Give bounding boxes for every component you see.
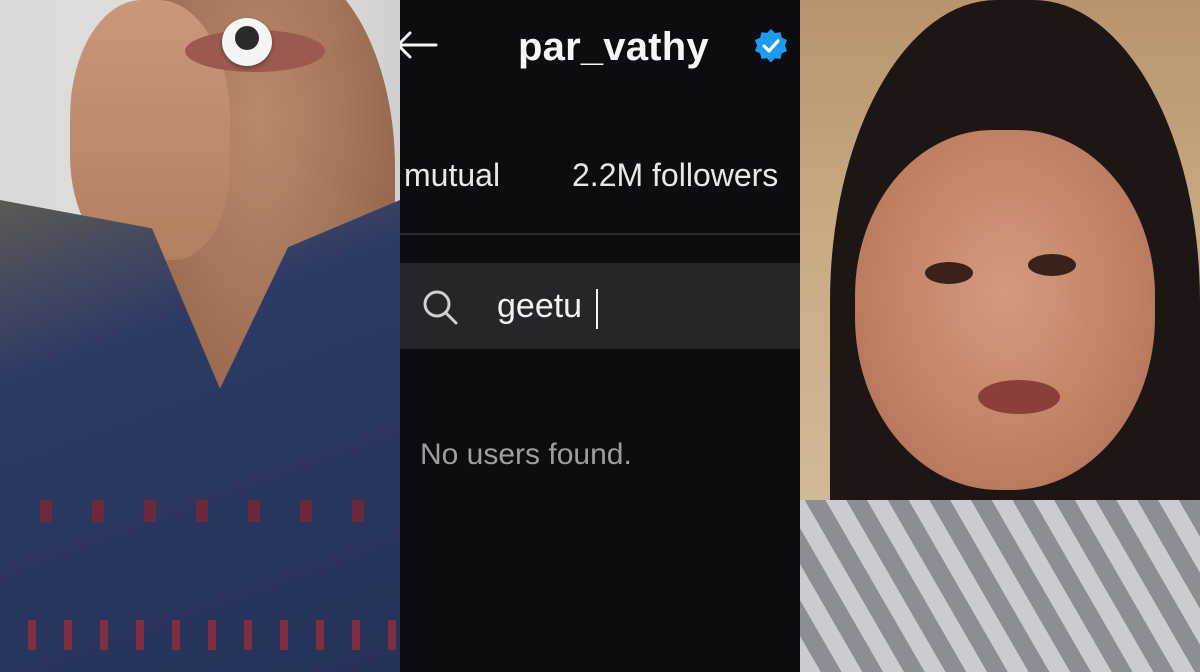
text-caret — [596, 289, 598, 329]
followers-search-screen: par_vathy mutual 2.2M followers geetu No… — [400, 0, 800, 672]
face — [855, 130, 1155, 490]
left-eye — [925, 262, 973, 284]
back-arrow-icon[interactable] — [400, 30, 438, 60]
search-icon — [423, 290, 458, 325]
tab-followers[interactable]: 2.2M followers — [572, 157, 778, 194]
search-input[interactable]: geetu — [497, 285, 777, 327]
googly-eye-pupil — [235, 26, 259, 50]
tab-mutual[interactable]: mutual — [404, 157, 500, 194]
right-photo — [800, 0, 1200, 672]
lips — [978, 380, 1060, 414]
profile-username: par_vathy — [518, 25, 709, 69]
patterned-top — [800, 500, 1200, 672]
left-photo — [0, 0, 400, 672]
tab-divider — [400, 233, 800, 235]
no-results-message: No users found. — [420, 438, 632, 471]
search-bar[interactable]: geetu — [400, 263, 800, 349]
verified-badge-icon — [755, 29, 787, 63]
right-eye — [1028, 254, 1076, 276]
